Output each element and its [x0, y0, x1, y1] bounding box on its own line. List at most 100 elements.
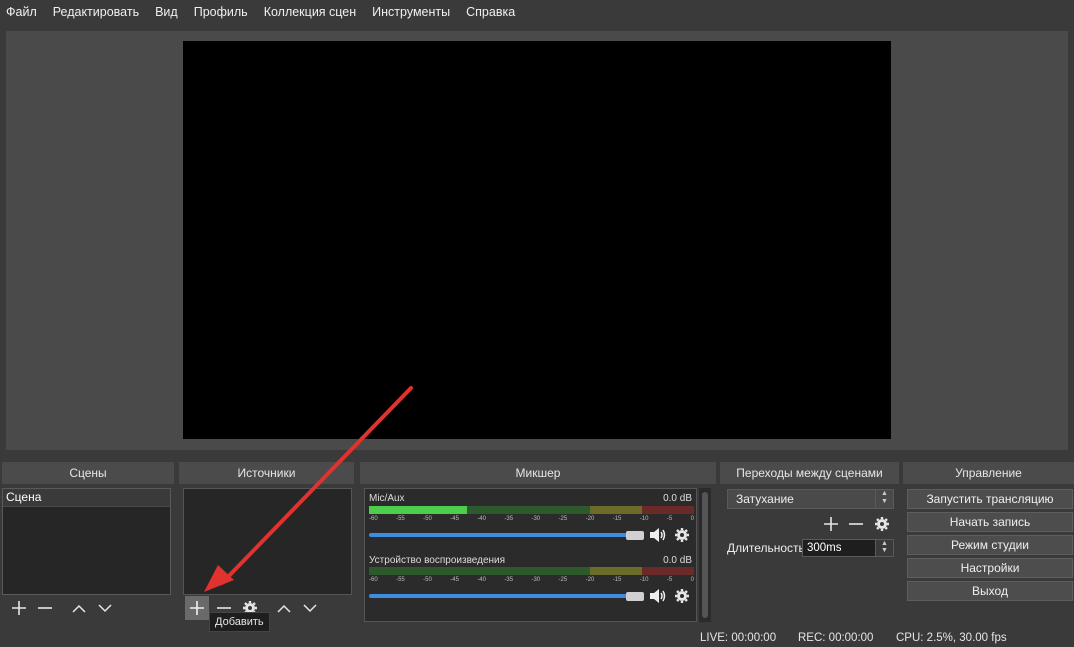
scale-tick-label: -15	[612, 577, 622, 583]
scale-tick-label: 0	[690, 577, 694, 583]
mixer-panel: Mic/Aux 0.0 dB -60 -55 -50 -45 -40 -35 -30 -25-…	[364, 488, 697, 622]
add-tooltip: Добавить	[209, 612, 270, 632]
scrollbar-thumb[interactable]	[702, 492, 708, 618]
sources-list[interactable]	[183, 488, 352, 595]
chevron-up-icon	[72, 604, 86, 613]
scale-tick-label: -10	[639, 577, 649, 583]
volume-slider-knob[interactable]	[626, 531, 644, 540]
scale-tick-label: -35	[504, 516, 514, 522]
menu-scene-collection[interactable]: Коллекция сцен	[264, 5, 356, 19]
channel-db: 0.0 dB	[663, 493, 692, 504]
scale-tick-label: -40	[477, 516, 486, 522]
plus-icon	[12, 601, 26, 615]
scale-tick-label: -35	[504, 577, 514, 583]
scale-tick-label: -15	[612, 516, 622, 522]
minus-icon	[849, 523, 863, 525]
menu-view[interactable]: Вид	[155, 5, 178, 19]
chevron-down-icon	[98, 604, 112, 613]
audio-meter	[369, 506, 694, 514]
move-source-down-button[interactable]	[299, 597, 321, 619]
move-scene-down-button[interactable]	[94, 597, 116, 619]
exit-button[interactable]: Выход	[907, 581, 1073, 601]
volume-slider-knob[interactable]	[626, 592, 644, 601]
mute-toggle[interactable]	[649, 526, 667, 544]
remove-scene-button[interactable]	[34, 597, 56, 619]
live-timer: LIVE: 00:00:00	[700, 632, 777, 644]
cpu-status: CPU: 2.5%, 30.00 fps	[896, 632, 1007, 644]
add-scene-button[interactable]	[8, 597, 30, 619]
gear-icon	[675, 528, 689, 542]
volume-slider[interactable]	[369, 594, 635, 598]
scale-tick-label: -60	[369, 516, 378, 522]
remove-transition-button[interactable]	[847, 515, 865, 533]
plus-icon	[190, 601, 204, 615]
scenes-list[interactable]: Сцена	[2, 488, 171, 595]
start-streaming-button[interactable]: Запустить трансляцию	[907, 489, 1073, 509]
scale-tick-label: -5	[666, 516, 673, 522]
rec-timer: REC: 00:00:00	[798, 632, 874, 644]
speaker-icon	[650, 589, 666, 603]
mixer-dock-title: Микшер	[360, 462, 716, 484]
scale-tick-label: -25	[558, 577, 568, 583]
audio-meter	[369, 567, 694, 575]
meter-scale: -60 -55 -50 -45 -40 -35 -30 -25 -20 -15 -10 -5 0	[369, 516, 694, 522]
transitions-dock-title: Переходы между сценами	[720, 462, 899, 484]
controls-dock-title: Управление	[903, 462, 1074, 484]
meter-scale: -60 -55 -50 -45 -40 -35 -30 -25 -20 -15 -10 -5 0	[369, 577, 694, 583]
scale-tick-label: -45	[450, 516, 459, 522]
add-transition-button[interactable]	[822, 515, 840, 533]
scale-tick-label: -30	[531, 516, 541, 522]
scale-tick-label: -10	[639, 516, 649, 522]
spin-arrows-icon[interactable]: ▲ ▼	[875, 540, 893, 556]
channel-settings-button[interactable]	[673, 526, 691, 544]
scenes-dock-title: Сцены	[2, 462, 174, 484]
scale-tick-label: -30	[531, 577, 541, 583]
transition-select-value: Затухание	[736, 492, 794, 506]
duration-value: 300ms	[807, 542, 842, 554]
studio-mode-button[interactable]: Режим студии	[907, 535, 1073, 555]
mute-toggle[interactable]	[649, 587, 667, 605]
scenes-toolbar	[2, 595, 171, 621]
gear-icon	[875, 517, 889, 531]
audio-meter-level	[369, 506, 467, 514]
duration-input[interactable]: 300ms ▲ ▼	[802, 539, 894, 557]
scene-item[interactable]: Сцена	[3, 489, 170, 507]
move-scene-up-button[interactable]	[68, 597, 90, 619]
transition-properties-button[interactable]	[873, 515, 891, 533]
menu-edit[interactable]: Редактировать	[53, 5, 139, 19]
channel-db: 0.0 dB	[663, 555, 692, 566]
scale-tick-label: -25	[558, 516, 568, 522]
menu-file[interactable]: Файл	[6, 5, 37, 19]
settings-button[interactable]: Настройки	[907, 558, 1073, 578]
channel-settings-button[interactable]	[673, 587, 691, 605]
volume-slider[interactable]	[369, 533, 635, 537]
status-bar: LIVE: 00:00:00 REC: 00:00:00 CPU: 2.5%, …	[0, 632, 1074, 647]
chevron-up-icon	[277, 604, 291, 613]
gear-icon	[675, 589, 689, 603]
scale-tick-label: -5	[666, 577, 673, 583]
menu-tools[interactable]: Инструменты	[372, 5, 450, 19]
scale-tick-label: -20	[585, 516, 595, 522]
channel-name: Устройство воспроизведения	[369, 555, 506, 566]
chevron-down-icon	[303, 604, 317, 613]
sources-dock-title: Источники	[179, 462, 354, 484]
scale-tick-label: -55	[396, 577, 405, 583]
menu-help[interactable]: Справка	[466, 5, 515, 19]
menu-profile[interactable]: Профиль	[194, 5, 248, 19]
mixer-scrollbar[interactable]	[699, 488, 711, 622]
add-source-button[interactable]	[185, 596, 209, 620]
transition-select[interactable]: Затухание ▲ ▼	[727, 489, 894, 509]
select-arrows-icon: ▲ ▼	[875, 490, 893, 508]
preview-canvas[interactable]	[183, 41, 891, 439]
scale-tick-label: -40	[477, 577, 486, 583]
scale-tick-label: -50	[423, 577, 432, 583]
scale-tick-label: -20	[585, 577, 595, 583]
move-source-up-button[interactable]	[273, 597, 295, 619]
start-recording-button[interactable]: Начать запись	[907, 512, 1073, 532]
speaker-icon	[650, 528, 666, 542]
duration-label: Длительность	[727, 541, 805, 555]
scale-tick-label: -50	[423, 516, 432, 522]
menu-bar: Файл Редактировать Вид Профиль Коллекция…	[0, 0, 1074, 24]
scale-tick-label: -55	[396, 516, 405, 522]
channel-name: Mic/Aux	[369, 493, 405, 504]
